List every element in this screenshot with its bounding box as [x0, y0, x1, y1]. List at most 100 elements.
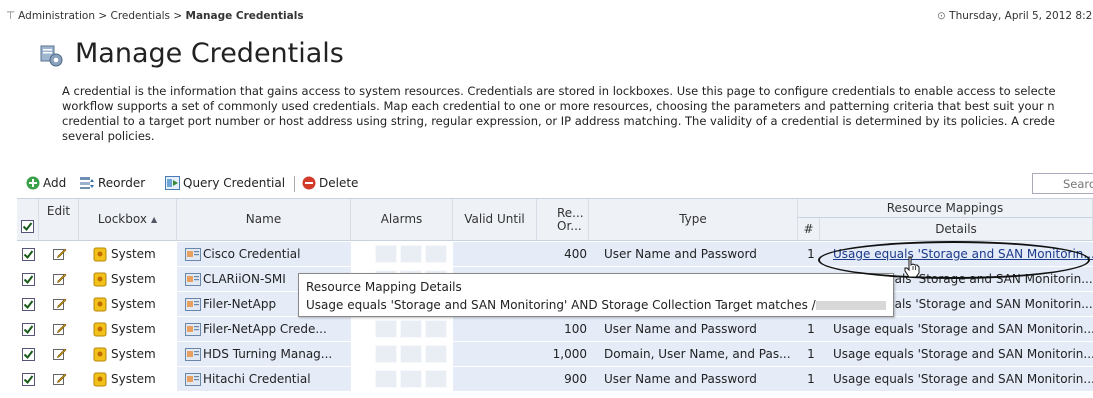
credential-icon — [185, 247, 201, 261]
row-checkbox[interactable] — [22, 247, 35, 261]
credential-icon — [185, 372, 201, 386]
type-cell: Domain, User Name, and Pas... — [604, 347, 791, 361]
query-credential-label: Query Credential — [183, 176, 286, 190]
header-edit[interactable]: Edit — [39, 199, 79, 241]
header-re-label: Re... — [557, 205, 584, 220]
table-row[interactable]: System Filer-NetApp Crede... 100 User Na… — [17, 317, 1093, 342]
search-box[interactable] — [1032, 173, 1093, 194]
header-type[interactable]: Type — [589, 199, 798, 241]
alarm-warning-cell — [400, 370, 422, 388]
edit-pencil-icon[interactable] — [53, 297, 67, 311]
redacted-text — [815, 301, 886, 310]
edit-cell — [53, 367, 71, 391]
row-checkbox[interactable] — [22, 297, 35, 311]
credential-name[interactable]: Cisco Credential — [203, 247, 300, 261]
select-all-checkbox[interactable] — [21, 220, 34, 233]
credential-icon — [185, 297, 201, 311]
table-row[interactable]: System Hitachi Credential 900 User Name … — [17, 367, 1093, 392]
row-checkbox-cell — [22, 317, 38, 341]
valid-until-cell — [453, 367, 537, 391]
lockbox-name: System — [111, 297, 156, 311]
credential-name[interactable]: Filer-NetApp Crede... — [203, 322, 327, 336]
checkmark-icon — [23, 249, 34, 259]
mapping-details-link[interactable]: Usage equals 'Storage and SAN Monitorin.… — [833, 347, 1093, 361]
row-checkbox-cell — [22, 242, 38, 266]
credential-icon — [185, 347, 201, 361]
clock-icon: ⊙ — [937, 10, 946, 22]
edit-cell — [53, 342, 71, 366]
breadcrumb-separator: > — [98, 10, 108, 22]
hand-cursor-icon — [904, 256, 920, 278]
resource-mapping-tooltip: Resource Mapping Details Usage equals 'S… — [298, 273, 894, 317]
row-checkbox[interactable] — [22, 272, 35, 286]
header-resource-order[interactable]: Re... Or... — [537, 199, 589, 241]
mapping-details-cell: Usage equals 'Storage and SAN Monitorin.… — [833, 342, 1093, 366]
mapping-count-cell: 1 — [807, 372, 815, 386]
lockbox-name: System — [111, 322, 156, 336]
checkmark-icon — [22, 222, 33, 232]
row-checkbox[interactable] — [22, 322, 35, 336]
edit-pencil-icon[interactable] — [53, 322, 67, 336]
row-checkbox-cell — [22, 342, 38, 366]
row-checkbox[interactable] — [22, 372, 35, 386]
mapping-count-cell: 1 — [807, 322, 815, 336]
lockbox-cell: System — [93, 292, 177, 316]
mapping-details-cell: Usage equals 'Storage and SAN Monitorin.… — [833, 367, 1093, 391]
name-cell: HDS Turning Manag... — [185, 342, 351, 366]
credential-name[interactable]: Hitachi Credential — [203, 372, 311, 386]
header-alarms[interactable]: Alarms — [351, 199, 453, 241]
lockbox-cell: System — [93, 267, 177, 291]
query-credential-button[interactable]: Query Credential — [165, 176, 285, 190]
sort-ascending-icon: ▲ — [150, 215, 158, 224]
mapping-details-link[interactable]: Usage equals 'Storage and SAN Monitorin.… — [833, 372, 1093, 386]
credential-name[interactable]: HDS Turning Manag... — [203, 347, 332, 361]
breadcrumb-credentials[interactable]: Credentials — [111, 10, 171, 22]
edit-pencil-icon[interactable] — [53, 272, 67, 286]
table-row[interactable]: System HDS Turning Manag... 1,000 Domain… — [17, 342, 1093, 367]
lockbox-name: System — [111, 347, 156, 361]
reorder-button[interactable]: Reorder — [79, 176, 145, 190]
edit-cell — [53, 267, 71, 291]
highlight-callout — [818, 241, 1090, 279]
name-cell: Hitachi Credential — [185, 367, 351, 391]
credential-name[interactable]: Filer-NetApp — [203, 297, 276, 311]
checkmark-icon — [23, 299, 34, 309]
mapping-details-cell: Usage equals 'Storage and SAN Monitorin.… — [833, 317, 1093, 341]
alarm-normal-cell — [425, 345, 447, 363]
header-name[interactable]: Name — [177, 199, 351, 241]
header-mapping-count[interactable]: # — [798, 218, 820, 241]
header-select-all — [17, 199, 39, 241]
home-icon[interactable]: ⊤ — [6, 10, 15, 22]
edit-cell — [53, 292, 71, 316]
header-details[interactable]: Details — [820, 218, 1093, 241]
tooltip-body-text: Usage equals 'Storage and SAN Monitoring… — [306, 298, 816, 312]
alarm-normal-cell — [425, 320, 447, 338]
delete-button[interactable]: Delete — [302, 176, 358, 190]
resource-order-cell: 400 — [564, 247, 587, 261]
header-or-label: Or... — [557, 218, 582, 233]
toolbar: Add Reorder Query Credential Delete — [22, 172, 1093, 196]
mapping-details-link[interactable]: Usage equals 'Storage and SAN Monitorin.… — [833, 322, 1093, 336]
header-resource-mappings: Resource Mappings — [798, 199, 1093, 218]
tooltip-title: Resource Mapping Details — [306, 280, 462, 294]
search-input[interactable] — [1033, 174, 1093, 193]
edit-pencil-icon[interactable] — [53, 247, 67, 261]
header-valid-until[interactable]: Valid Until — [453, 199, 537, 241]
description-line: workflow supports a set of commonly used… — [62, 99, 1055, 113]
alarm-warning-cell — [400, 320, 422, 338]
edit-pencil-icon[interactable] — [53, 347, 67, 361]
edit-pencil-icon[interactable] — [53, 372, 67, 386]
add-label: Add — [43, 176, 67, 190]
header-lockbox[interactable]: Lockbox ▲ — [79, 199, 177, 241]
breadcrumb-administration[interactable]: Administration — [18, 10, 95, 22]
credentials-gear-icon — [40, 45, 63, 67]
lockbox-icon — [93, 272, 107, 286]
mapping-details-link[interactable]: uals 'Storage and SAN Monitorin... — [887, 297, 1093, 311]
credential-name[interactable]: CLARiiON-SMI — [203, 272, 286, 286]
checkmark-icon — [23, 349, 34, 359]
page-title: Manage Credentials — [75, 38, 344, 69]
row-checkbox[interactable] — [22, 347, 35, 361]
resource-order-cell: 100 — [564, 322, 587, 336]
lockbox-cell: System — [93, 342, 177, 366]
add-button[interactable]: Add — [26, 176, 66, 190]
